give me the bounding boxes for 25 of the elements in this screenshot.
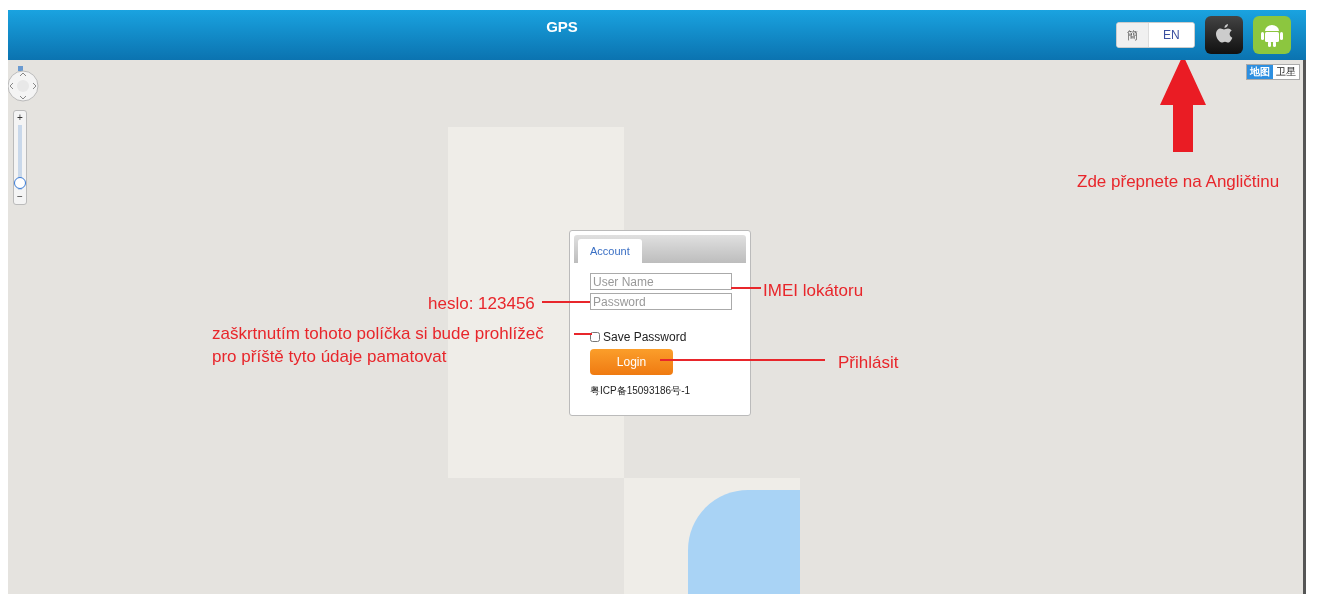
map-type-button[interactable]: 卫星 <box>1273 65 1299 79</box>
zoom-in-button[interactable]: + <box>17 113 23 123</box>
leader-line <box>731 287 761 289</box>
pan-control[interactable] <box>8 66 39 104</box>
zoom-out-button[interactable]: − <box>17 192 23 202</box>
language-option[interactable]: 簡 <box>1117 23 1149 47</box>
icp-license-text: 粤ICP备15093186号-1 <box>590 384 692 398</box>
username-field[interactable]: User Name <box>590 273 732 290</box>
leader-line <box>542 301 590 303</box>
leader-line <box>574 333 592 335</box>
android-robot-icon <box>1259 22 1284 48</box>
save-password-checkbox[interactable] <box>590 332 600 342</box>
account-tab[interactable]: Account <box>578 239 642 263</box>
annotation-text: Zde přepnete na Angličtinu <box>1077 171 1280 193</box>
zoom-slider[interactable]: + − <box>13 110 27 205</box>
zoom-thumb[interactable] <box>14 177 26 189</box>
save-password-label[interactable]: Save Password <box>603 328 687 346</box>
annotation-text: heslo: 123456 <box>428 293 535 315</box>
ios-app-button[interactable] <box>1204 16 1243 54</box>
app-title: GPS <box>546 16 578 37</box>
annotation-text: Přihlásit <box>838 352 899 374</box>
annotation-text: IMEI lokátoru <box>763 280 864 302</box>
password-field[interactable]: Password <box>590 293 732 310</box>
android-app-button[interactable] <box>1252 16 1291 54</box>
annotation-text: zaškrtnutím tohoto políčka si bude prohlížeč pro příště tyto údaje pamatovat <box>212 323 545 368</box>
